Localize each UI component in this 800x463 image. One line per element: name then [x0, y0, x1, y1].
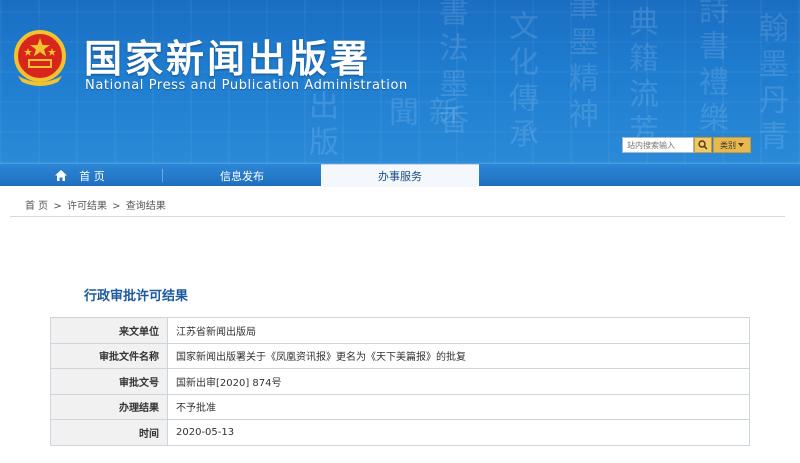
chevron-down-icon — [738, 143, 744, 147]
breadcrumb: 首 页 > 许可结果 > 查询结果 — [25, 197, 168, 212]
breadcrumb-separator: > — [112, 201, 121, 212]
main-nav: 首 页 信息发布 办事服务 — [0, 163, 800, 187]
category-dropdown[interactable]: 类别 — [713, 137, 751, 153]
nav-services[interactable]: 办事服务 — [321, 164, 479, 187]
field-value: 2020-05-13 — [167, 419, 750, 446]
site-title: 国家新闻出版署 — [84, 37, 372, 81]
calligraphy-decoration: 出版 — [303, 90, 338, 162]
calligraphy-decoration: 文化傳承 — [503, 10, 538, 154]
field-label: 审批文件名称 — [50, 342, 168, 369]
national-emblem-icon — [14, 30, 66, 86]
site-header: 書法墨香 文化傳承 筆墨精神 典籍流芳 詩書禮樂 翰墨丹青 出版 新聞 国家新闻… — [0, 0, 800, 163]
field-value: 不予批准 — [167, 393, 750, 420]
nav-label: 办事服务 — [378, 170, 422, 183]
nav-info-release[interactable]: 信息发布 — [164, 164, 320, 187]
calligraphy-decoration: 新聞 — [383, 96, 458, 132]
table-row: 审批文件名称 国家新闻出版署关于《凤凰资讯报》更名为《天下美篇报》的批复 — [50, 342, 750, 369]
field-label: 办理结果 — [50, 393, 168, 420]
calligraphy-decoration: 典籍流芳 — [623, 6, 658, 150]
field-value: 国家新闻出版署关于《凤凰资讯报》更名为《天下美篇报》的批复 — [167, 342, 750, 369]
approval-result-table: 来文单位 江苏省新闻出版局 审批文件名称 国家新闻出版署关于《凤凰资讯报》更名为… — [50, 317, 750, 446]
search-input[interactable] — [622, 137, 694, 153]
breadcrumb-divider — [10, 216, 785, 217]
breadcrumb-permits[interactable]: 许可结果 — [67, 201, 107, 212]
field-label: 来文单位 — [50, 317, 168, 344]
section-title: 行政审批许可结果 — [84, 289, 189, 304]
field-value: 江苏省新闻出版局 — [167, 317, 750, 344]
field-label: 审批文号 — [50, 368, 168, 395]
home-icon — [55, 170, 68, 181]
search-icon — [698, 140, 708, 150]
nav-label: 信息发布 — [220, 169, 264, 183]
calligraphy-decoration: 翰墨丹青 — [753, 12, 788, 156]
breadcrumb-separator: > — [53, 201, 62, 212]
field-label: 时间 — [50, 419, 168, 446]
table-row: 审批文号 国新出审[2020] 874号 — [50, 368, 750, 395]
nav-label: 首 页 — [79, 169, 105, 183]
search-button[interactable] — [694, 137, 712, 153]
table-row: 来文单位 江苏省新闻出版局 — [50, 317, 750, 344]
category-label: 类别 — [720, 140, 736, 150]
calligraphy-decoration: 筆墨精神 — [563, 0, 598, 134]
field-value: 国新出审[2020] 874号 — [167, 368, 750, 395]
nav-divider — [162, 169, 163, 182]
table-row: 办理结果 不予批准 — [50, 393, 750, 420]
site-subtitle: National Press and Publication Administr… — [85, 78, 408, 93]
breadcrumb-home[interactable]: 首 页 — [25, 201, 48, 212]
breadcrumb-current: 查询结果 — [125, 201, 166, 212]
calligraphy-decoration: 詩書禮樂 — [693, 0, 728, 138]
nav-home[interactable]: 首 页 — [0, 164, 160, 187]
table-row: 时间 2020-05-13 — [50, 419, 750, 446]
